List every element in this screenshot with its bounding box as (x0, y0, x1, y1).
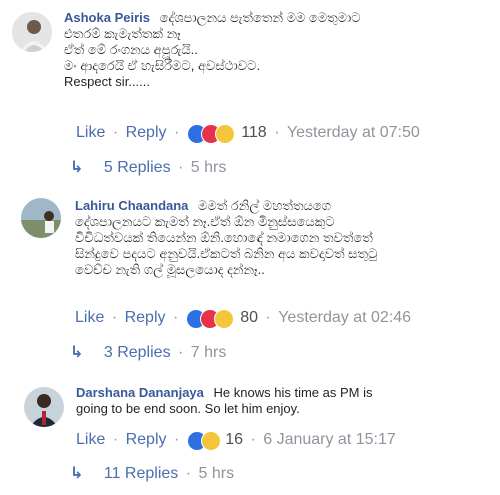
comment-timestamp[interactable]: Yesterday at 02:46 (278, 309, 411, 326)
separator: · (173, 431, 180, 448)
comment-text-line: ඒත් මේ රංගනය අපූරුයි.. (64, 42, 198, 57)
comment: Lahiru Chaandana මමත් රනිල් මහත්තයගෙ දේශ… (0, 190, 500, 365)
reply-link[interactable]: Reply (126, 431, 167, 448)
replies-time: 5 hrs (198, 465, 235, 482)
comment-text-line: මමත් රනිල් මහත්තයගෙ (198, 198, 332, 213)
like-link[interactable]: Like (76, 431, 105, 448)
comment-text-line: සින්දුවෙ පදයට අනුවයි.ඒකටත් බනින අය කවදාව… (75, 246, 378, 261)
reply-arrow-icon: ↳ (70, 159, 84, 176)
comment-text-line: එතරම් කැමැත්තක් නෑ (64, 26, 181, 41)
comment-actions: Like · Reply · 16 · 6 January at 15:17 (76, 431, 396, 451)
like-link[interactable]: Like (75, 309, 104, 326)
avatar-photo-icon (21, 198, 61, 238)
replies-link[interactable]: 3 Replies (88, 344, 171, 361)
comment-timestamp[interactable]: Yesterday at 07:50 (287, 124, 420, 141)
view-replies[interactable]: ↳ 11 Replies · 5 hrs (70, 463, 234, 483)
separator: · (178, 344, 184, 361)
separator: · (265, 309, 271, 326)
reaction-count[interactable]: 118 (241, 124, 267, 141)
comment: Ashoka Peiris දේශපාලනය පැත්තෙන් මම මෙතුම… (0, 0, 500, 176)
comment-text-line: Respect sir...... (64, 74, 150, 89)
separator: · (274, 124, 280, 141)
comment-text-line: දේශපාලනය පැත්තෙන් මම මෙතුමාට (159, 10, 361, 25)
replies-time: 5 hrs (190, 159, 227, 176)
reactions[interactable] (186, 431, 221, 451)
reactions[interactable] (186, 124, 237, 144)
reply-link[interactable]: Reply (126, 124, 167, 141)
avatar[interactable] (24, 387, 64, 427)
comment-author[interactable]: Lahiru Chaandana (75, 198, 188, 213)
separator: · (111, 309, 118, 326)
separator: · (112, 431, 119, 448)
reply-arrow-icon: ↳ (70, 344, 84, 361)
comment-actions: Like · Reply · 80 · Yesterday at 02:46 (75, 309, 411, 329)
separator: · (250, 431, 256, 448)
comment-text-line: going to be end soon. So let him enjoy. (76, 401, 300, 416)
reaction-count[interactable]: 80 (240, 309, 258, 326)
view-replies[interactable]: ↳ 3 Replies · 7 hrs (70, 342, 226, 362)
comment-text-line: වෙච්ච නැති ගල් මූසලයොද දන්නෑ.. (75, 262, 265, 277)
separator: · (178, 159, 184, 176)
haha-reaction-icon (213, 309, 234, 329)
avatar-photo-icon (24, 387, 64, 427)
avatar[interactable] (12, 12, 52, 52)
view-replies[interactable]: ↳ 5 Replies · 5 hrs (70, 157, 226, 177)
separator: · (172, 309, 179, 326)
replies-link[interactable]: 11 Replies (88, 465, 178, 482)
comment-text-line: මං ආදරෙයි ඒ හැසිරීමට, අවස්ථාවට. (64, 58, 261, 73)
reply-arrow-icon: ↳ (70, 465, 84, 482)
comment-text-line: දේශපාලනයට කැමත් නෑ.ඒත් ඕන මිනුස්සයෙකුට (75, 214, 335, 229)
comment-body: Lahiru Chaandana මමත් රනිල් මහත්තයගෙ දේශ… (75, 198, 495, 278)
separator: · (173, 124, 180, 141)
comment-body: Darshana Dananjaya He knows his time as … (76, 385, 476, 417)
replies-link[interactable]: 5 Replies (88, 159, 171, 176)
avatar[interactable] (21, 198, 61, 238)
comment-actions: Like · Reply · 118 · Yesterday at 07:50 (76, 124, 420, 144)
comment-text-line: විචිධත්වයක් තියෙන්න ඕනි.හොඳේ නමාගෙන තවත්… (75, 230, 373, 245)
separator: · (185, 465, 192, 482)
comment-timestamp[interactable]: 6 January at 15:17 (263, 431, 396, 448)
like-link[interactable]: Like (76, 124, 105, 141)
replies-time: 7 hrs (190, 344, 227, 361)
reply-link[interactable]: Reply (125, 309, 166, 326)
avatar-photo-icon (12, 12, 52, 52)
comment-body: Ashoka Peiris දේශපාලනය පැත්තෙන් මම මෙතුම… (64, 10, 484, 90)
haha-reaction-icon (200, 431, 221, 451)
reaction-count[interactable]: 16 (225, 431, 243, 448)
comment-text-line: He knows his time as PM is (213, 385, 373, 400)
haha-reaction-icon (214, 124, 235, 144)
comment-author[interactable]: Ashoka Peiris (64, 10, 150, 25)
reactions[interactable] (185, 309, 236, 329)
comment: Darshana Dananjaya He knows his time as … (0, 375, 500, 495)
separator: · (112, 124, 119, 141)
comment-author[interactable]: Darshana Dananjaya (76, 385, 204, 400)
